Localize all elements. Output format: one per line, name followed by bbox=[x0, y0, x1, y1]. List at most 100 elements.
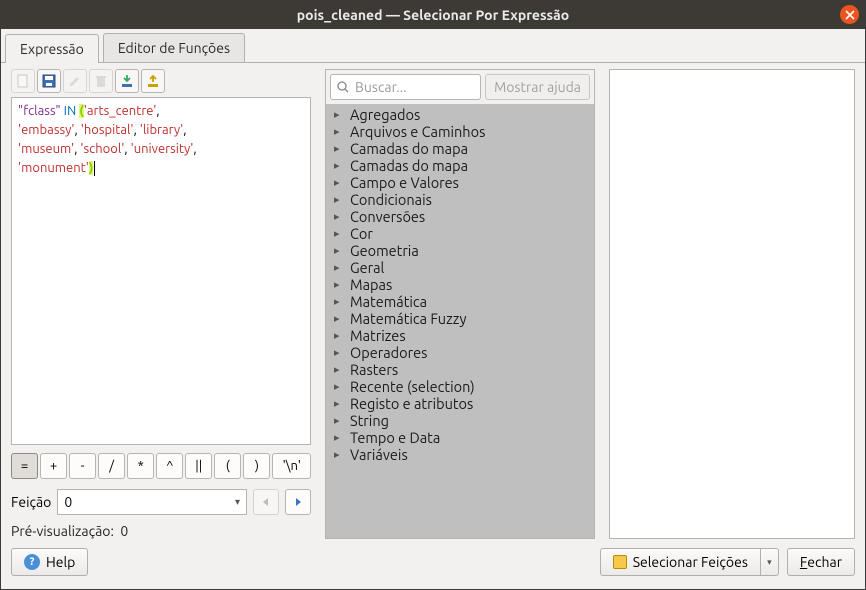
chevron-right-icon: ▸ bbox=[334, 431, 344, 444]
chevron-right-icon: ▸ bbox=[334, 227, 344, 240]
select-icon bbox=[613, 555, 627, 569]
tree-item-label: Camadas do mapa bbox=[350, 157, 468, 174]
chevron-right-icon: ▸ bbox=[334, 329, 344, 342]
chevron-right-icon: ▸ bbox=[334, 210, 344, 223]
tree-item[interactable]: ▸ Mapas bbox=[326, 276, 594, 293]
chevron-right-icon: ▸ bbox=[334, 261, 344, 274]
tree-item-label: Camadas do mapa bbox=[350, 140, 468, 157]
preview-value: 0 bbox=[120, 523, 128, 539]
text-caret bbox=[94, 161, 95, 176]
new-file-icon[interactable] bbox=[11, 69, 35, 93]
chevron-right-icon: ▸ bbox=[334, 380, 344, 393]
chevron-right-icon: ▸ bbox=[334, 278, 344, 291]
tree-item[interactable]: ▸ String bbox=[326, 412, 594, 429]
next-feature-button[interactable] bbox=[285, 489, 311, 515]
chevron-right-icon: ▸ bbox=[334, 346, 344, 359]
import-icon[interactable] bbox=[115, 69, 139, 93]
tree-item[interactable]: ▸ Arquivos e Caminhos bbox=[326, 123, 594, 140]
operator-button[interactable]: / bbox=[98, 453, 125, 479]
operator-button[interactable]: * bbox=[127, 453, 154, 479]
tree-item[interactable]: ▸ Agregados bbox=[326, 106, 594, 123]
close-icon[interactable] bbox=[840, 5, 859, 24]
tree-item[interactable]: ▸ Camadas do mapa bbox=[326, 157, 594, 174]
tree-item[interactable]: ▸ Geometria bbox=[326, 242, 594, 259]
prev-feature-button[interactable] bbox=[253, 489, 279, 515]
tree-item-label: Geometria bbox=[350, 242, 419, 259]
edit-icon[interactable] bbox=[63, 69, 87, 93]
search-input[interactable]: Buscar... bbox=[330, 74, 481, 100]
function-panel-top: Buscar... Mostrar ajuda bbox=[326, 70, 594, 104]
tree-item-label: Tempo e Data bbox=[350, 429, 440, 446]
operator-button[interactable]: ) bbox=[243, 453, 270, 479]
tree-item[interactable]: ▸ Tempo e Data bbox=[326, 429, 594, 446]
operator-button[interactable]: + bbox=[40, 453, 67, 479]
operator-row: =+-/*^||()'\n' bbox=[11, 453, 311, 479]
function-tree[interactable]: ▸Agregados▸Arquivos e Caminhos▸Camadas d… bbox=[326, 104, 594, 538]
tree-item-label: Recente (selection) bbox=[350, 378, 475, 395]
tree-item-label: Registo e atributos bbox=[350, 395, 473, 412]
tree-item-label: Variáveis bbox=[350, 446, 408, 463]
tree-item-label: Arquivos e Caminhos bbox=[350, 123, 485, 140]
footer: ? Help Selecionar Feições ▾ Fechar bbox=[1, 545, 865, 589]
chevron-right-icon: ▸ bbox=[334, 108, 344, 121]
tree-item[interactable]: ▸Operadores bbox=[326, 344, 594, 361]
operator-button[interactable]: ( bbox=[214, 453, 241, 479]
tree-item[interactable]: ▸ Registo e atributos bbox=[326, 395, 594, 412]
tree-item[interactable]: ▸Rasters bbox=[326, 361, 594, 378]
chevron-right-icon: ▸ bbox=[334, 244, 344, 257]
tree-item[interactable]: ▸Geral bbox=[326, 259, 594, 276]
tree-item-label: Matemática Fuzzy bbox=[350, 310, 466, 327]
help-button[interactable]: ? Help bbox=[11, 548, 88, 576]
save-icon[interactable] bbox=[37, 69, 61, 93]
operator-button[interactable]: - bbox=[69, 453, 96, 479]
chevron-right-icon: ▸ bbox=[334, 159, 344, 172]
search-icon bbox=[337, 81, 349, 93]
close-button[interactable]: Fechar bbox=[787, 548, 855, 576]
select-features-dropdown[interactable]: ▾ bbox=[761, 548, 779, 576]
chevron-right-icon: ▸ bbox=[334, 176, 344, 189]
tree-item[interactable]: ▸Condicionais bbox=[326, 191, 594, 208]
chevron-right-icon: ▸ bbox=[334, 312, 344, 325]
tree-item-label: Agregados bbox=[350, 106, 420, 123]
tree-item[interactable]: ▸ Matemática Fuzzy bbox=[326, 310, 594, 327]
tree-item[interactable]: ▸Campo e Valores bbox=[326, 174, 594, 191]
help-icon: ? bbox=[24, 554, 40, 570]
tree-item[interactable]: ▸Cor bbox=[326, 225, 594, 242]
window-title: pois_cleaned — Selecionar Por Expressão bbox=[297, 7, 569, 23]
tree-item[interactable]: ▸ Recente (selection) bbox=[326, 378, 594, 395]
operator-button[interactable]: = bbox=[11, 453, 38, 479]
expression-editor[interactable]: "fclass" IN ('arts_centre','embassy', 'h… bbox=[11, 97, 311, 445]
tree-item[interactable]: ▸ Conversões bbox=[326, 208, 594, 225]
delete-icon[interactable] bbox=[89, 69, 113, 93]
content-area: "fclass" IN ('arts_centre','embassy', 'h… bbox=[1, 63, 865, 545]
tree-item-label: Matrizes bbox=[350, 327, 406, 344]
operator-button[interactable]: || bbox=[185, 453, 212, 479]
operator-button[interactable]: ^ bbox=[156, 453, 183, 479]
feature-row: Feição 0 ▾ bbox=[11, 489, 311, 515]
chevron-right-icon: ▸ bbox=[334, 125, 344, 138]
operator-button[interactable]: '\n' bbox=[272, 453, 311, 479]
help-panel bbox=[609, 69, 855, 539]
chevron-right-icon: ▸ bbox=[334, 414, 344, 427]
feature-spinbox[interactable]: 0 ▾ bbox=[57, 489, 247, 515]
export-icon[interactable] bbox=[141, 69, 165, 93]
chevron-down-icon: ▾ bbox=[235, 496, 240, 508]
tree-item[interactable]: ▸Matemática bbox=[326, 293, 594, 310]
preview-row: Pré-visualização: 0 bbox=[11, 523, 311, 539]
expression-toolbar bbox=[11, 69, 311, 93]
tree-item-label: Conversões bbox=[350, 208, 425, 225]
tree-item-label: Matemática bbox=[350, 293, 427, 310]
show-help-button[interactable]: Mostrar ajuda bbox=[485, 74, 590, 100]
chevron-right-icon: ▸ bbox=[334, 397, 344, 410]
tab-expression[interactable]: Expressão bbox=[5, 34, 99, 63]
tree-item[interactable]: ▸Camadas do mapa bbox=[326, 140, 594, 157]
tree-item-label: String bbox=[350, 412, 389, 429]
tab-function-editor[interactable]: Editor de Funções bbox=[103, 33, 245, 62]
dialog-window: pois_cleaned — Selecionar Por Expressão … bbox=[0, 0, 866, 590]
tree-item[interactable]: ▸Variáveis bbox=[326, 446, 594, 463]
tree-item-label: Condicionais bbox=[350, 191, 432, 208]
select-features-button[interactable]: Selecionar Feições ▾ bbox=[600, 548, 779, 576]
tree-item-label: Mapas bbox=[350, 276, 392, 293]
tree-item[interactable]: ▸ Matrizes bbox=[326, 327, 594, 344]
left-panel: "fclass" IN ('arts_centre','embassy', 'h… bbox=[11, 69, 311, 539]
